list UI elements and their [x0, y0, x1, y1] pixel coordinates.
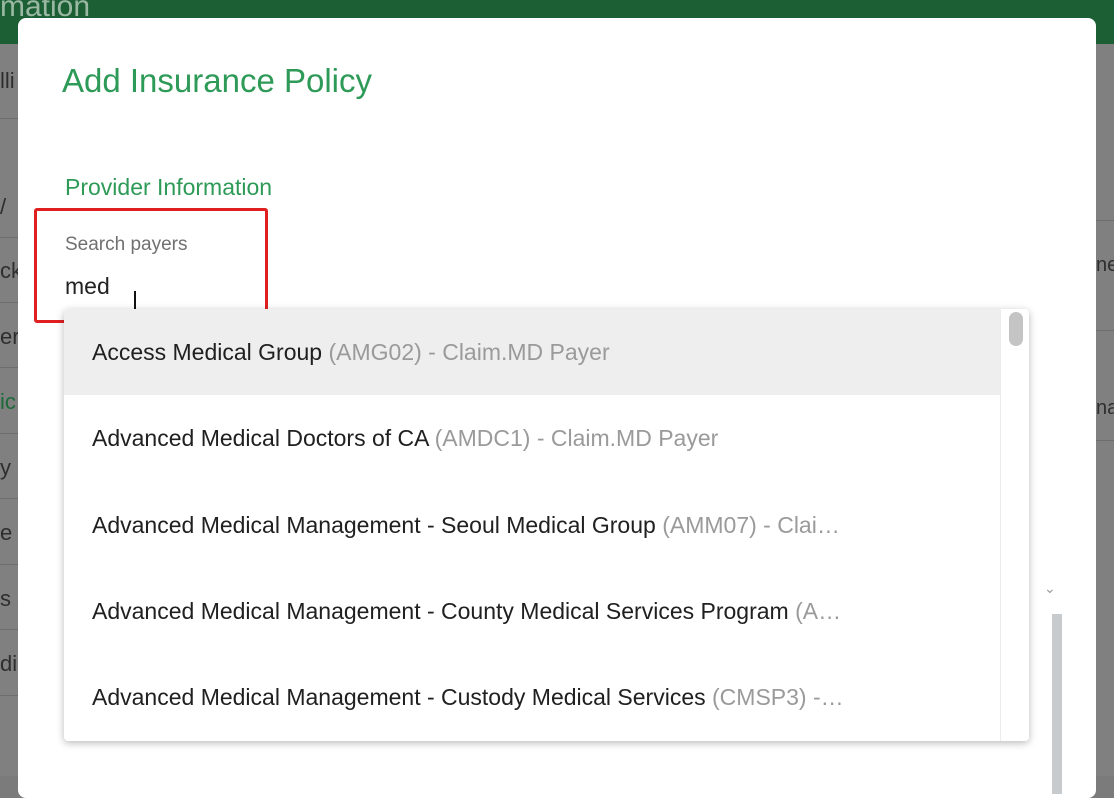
background-divider: [0, 118, 18, 119]
background-nav-item: er: [0, 324, 18, 349]
payer-option-name: Advanced Medical Management - Custody Me…: [92, 683, 706, 710]
background-divider: [0, 302, 18, 303]
background-divider: [0, 237, 18, 238]
background-nav-item-active: ic: [0, 389, 16, 414]
search-payers-input[interactable]: [63, 270, 257, 302]
background-nav-item: /: [0, 194, 7, 219]
background-divider: [0, 629, 18, 630]
payer-option-code: (CMSP3) -…: [712, 683, 844, 710]
payer-option[interactable]: Advanced Medical Doctors of CA (AMDC1) -…: [64, 395, 1000, 481]
search-payers-label: Search payers: [65, 234, 188, 255]
background-nav-item: e: [0, 520, 13, 545]
background-nav-item: di: [0, 651, 18, 676]
payer-option-name: Advanced Medical Doctors of CA: [92, 424, 429, 451]
payer-suggestions-dropdown: Access Medical Group (AMG02) - Claim.MD …: [64, 309, 1029, 741]
background-divider: [1096, 330, 1114, 331]
background-divider: [0, 695, 18, 696]
background-divider: [0, 498, 18, 499]
dropdown-scrollbar[interactable]: [1000, 309, 1029, 741]
background-right-text: na: [1096, 397, 1114, 419]
modal-title: Add Insurance Policy: [62, 62, 373, 99]
background-nav-item: ck: [0, 258, 18, 283]
background-nav-item: y: [0, 455, 11, 480]
background-nav-item: lli: [0, 68, 15, 93]
background-nav-item: s &: [0, 586, 18, 611]
payer-option-code: (AMM07) - Clai…: [662, 511, 840, 538]
background-divider: [1096, 220, 1114, 221]
chevron-down-icon: ⌄: [1044, 580, 1056, 596]
background-divider: [1096, 440, 1114, 441]
provider-information-heading: Provider Information: [65, 174, 273, 200]
background-divider: [0, 564, 18, 565]
background-divider: [0, 367, 18, 368]
payer-option-code: (A…: [795, 597, 842, 624]
modal-scrollbar-track[interactable]: [1052, 614, 1062, 794]
payer-option-code: (AMDC1) - Claim.MD Payer: [434, 424, 719, 451]
payer-option[interactable]: Access Medical Group (AMG02) - Claim.MD …: [64, 309, 1000, 395]
background-right-text: ne: [1096, 254, 1114, 276]
payer-option[interactable]: Advanced Medical Management - Custody Me…: [64, 654, 1000, 740]
search-payers-field-outline[interactable]: [34, 208, 268, 323]
payer-option-name: Advanced Medical Management - Seoul Medi…: [92, 511, 656, 538]
payer-option-code: (AMG02) - Claim.MD Payer: [328, 338, 610, 365]
payer-option-name: Advanced Medical Management - County Med…: [92, 597, 789, 624]
payer-option[interactable]: Advanced Medical Management - Seoul Medi…: [64, 482, 1000, 568]
dropdown-scroll-thumb[interactable]: [1009, 312, 1023, 346]
payer-option-name: Access Medical Group: [92, 338, 323, 365]
payer-option[interactable]: Advanced Medical Management - County Med…: [64, 568, 1000, 654]
background-divider: [0, 433, 18, 434]
